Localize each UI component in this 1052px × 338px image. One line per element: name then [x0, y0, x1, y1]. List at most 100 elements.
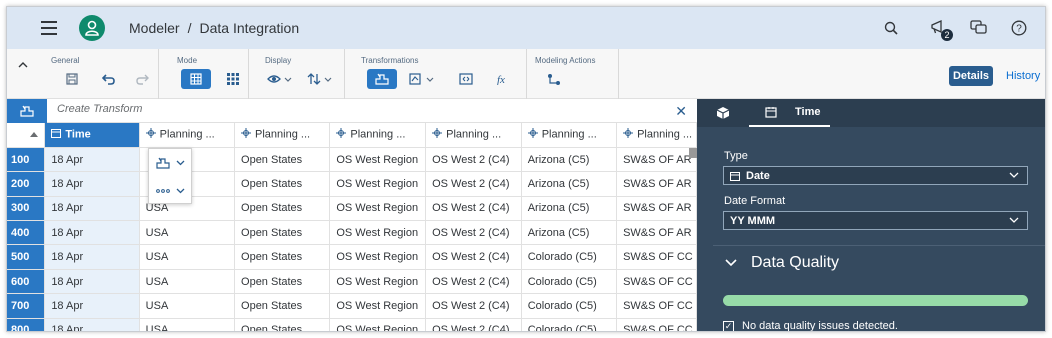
table-cell[interactable]: 18 Apr — [44, 220, 140, 246]
close-icon[interactable]: ✕ — [675, 103, 687, 120]
type-select[interactable]: Date — [723, 166, 1028, 185]
table-cell[interactable]: OS West Region — [329, 147, 427, 173]
transform-bar-icon[interactable] — [7, 99, 47, 123]
table-cell[interactable]: Open States — [234, 293, 331, 319]
table-cell[interactable]: Colorado (C5) — [521, 318, 618, 331]
table-cell[interactable]: Open States — [234, 196, 331, 222]
vertical-scrollbar[interactable] — [689, 148, 697, 158]
column-header-planning[interactable]: Planning ... — [521, 123, 618, 148]
table-cell[interactable]: Open States — [234, 269, 331, 295]
table-cell[interactable]: 18 Apr — [44, 269, 140, 295]
tab-time[interactable]: Time — [749, 99, 831, 127]
column-header-planning[interactable]: Planning ... — [139, 123, 236, 148]
details-button[interactable]: Details — [949, 66, 993, 86]
table-cell[interactable]: Arizona (C5) — [521, 220, 618, 246]
undo-icon[interactable] — [98, 69, 120, 89]
date-format-select[interactable]: YY MMM — [723, 211, 1028, 230]
table-cell[interactable]: Open States — [234, 171, 331, 197]
column-header-time[interactable]: Time — [44, 123, 140, 148]
table-cell[interactable]: OS West 2 (C4) — [425, 318, 522, 331]
table-cell[interactable]: 18 Apr — [44, 244, 140, 270]
card-mode-icon[interactable] — [222, 69, 244, 89]
table-cell[interactable]: OS West 2 (C4) — [425, 293, 522, 319]
chevron-up-icon[interactable] — [17, 59, 29, 71]
search-icon[interactable] — [879, 16, 903, 40]
table-cell[interactable]: USA — [139, 220, 236, 246]
table-cell[interactable]: Colorado (C5) — [521, 244, 618, 270]
table-cell[interactable]: OS West 2 (C4) — [425, 269, 522, 295]
table-row[interactable]: 100 18 Apr Open States OS West Region OS Wes… — [7, 147, 697, 173]
table-cell[interactable]: Open States — [234, 318, 331, 331]
table-cell[interactable]: SW&S OF CC — [616, 269, 697, 295]
column-transform-dropdown-icon[interactable] — [407, 69, 441, 89]
table-cell[interactable]: OS West 2 (C4) — [425, 196, 522, 222]
smart-transform-icon[interactable] — [367, 69, 397, 89]
feedback-icon[interactable] — [967, 16, 991, 40]
grid-mode-icon[interactable] — [181, 69, 211, 89]
table-cell[interactable]: OS West 2 (C4) — [425, 220, 522, 246]
table-cell[interactable]: OS West 2 (C4) — [425, 147, 522, 173]
table-cell[interactable]: SW&S OF AR — [616, 220, 697, 246]
table-cell[interactable]: USA — [139, 244, 236, 270]
visibility-dropdown-icon[interactable] — [265, 69, 297, 89]
create-transform-input[interactable]: Create Transform — [57, 103, 142, 115]
table-row[interactable]: 600 18 Apr USA Open States OS West Region OS … — [7, 269, 697, 295]
save-icon[interactable] — [61, 69, 83, 89]
table-row[interactable]: 800 18 Apr USA Open States OS West Region OS … — [7, 318, 697, 331]
split-column-icon[interactable] — [455, 69, 477, 89]
history-button[interactable]: History — [1006, 66, 1040, 86]
table-cell[interactable]: OS West Region — [329, 318, 427, 331]
table-row[interactable]: 400 18 Apr USA Open States OS West Region OS … — [7, 220, 697, 246]
sort-dropdown-icon[interactable] — [305, 69, 337, 89]
table-cell[interactable]: Open States — [234, 220, 331, 246]
column-header-planning[interactable]: Planning ... — [234, 123, 331, 148]
hamburger-menu-icon[interactable] — [37, 16, 61, 40]
table-cell[interactable]: SW&S OF AR — [616, 147, 697, 173]
table-cell[interactable]: SW&S OF CC — [616, 318, 697, 331]
help-icon[interactable]: ? — [1007, 16, 1031, 40]
breadcrumb-root[interactable]: Modeler — [129, 20, 180, 36]
table-cell[interactable]: 18 Apr — [44, 147, 140, 173]
hierarchy-icon[interactable] — [543, 69, 565, 89]
table-cell[interactable]: OS West Region — [329, 196, 427, 222]
table-cell[interactable]: SW&S OF AR — [616, 196, 697, 222]
redo-icon[interactable] — [131, 69, 153, 89]
table-cell[interactable]: OS West Region — [329, 171, 427, 197]
table-cell[interactable]: 18 Apr — [44, 318, 140, 331]
table-cell[interactable]: Colorado (C5) — [521, 269, 618, 295]
table-row[interactable]: 500 18 Apr USA Open States OS West Region OS … — [7, 244, 697, 270]
avatar[interactable] — [79, 15, 105, 41]
table-cell[interactable]: 18 Apr — [44, 171, 140, 197]
table-cell[interactable]: OS West Region — [329, 220, 427, 246]
table-cell[interactable]: Arizona (C5) — [521, 171, 618, 197]
formula-icon[interactable]: fx — [491, 69, 513, 89]
table-cell[interactable]: SW&S OF CC — [616, 293, 697, 319]
table-cell[interactable]: OS West Region — [329, 269, 427, 295]
smart-transform-menu-button[interactable] — [149, 149, 191, 177]
table-row[interactable]: 300 18 Apr USA Open States OS West Region OS … — [7, 196, 697, 222]
table-cell[interactable]: SW&S OF CC — [616, 244, 697, 270]
table-cell[interactable]: OS West Region — [329, 293, 427, 319]
more-actions-menu-button[interactable] — [149, 177, 191, 205]
table-cell[interactable]: USA — [139, 269, 236, 295]
table-cell[interactable]: USA — [139, 318, 236, 331]
table-cell[interactable]: Colorado (C5) — [521, 293, 618, 319]
table-cell[interactable]: OS West 2 (C4) — [425, 171, 522, 197]
table-row[interactable]: 700 18 Apr USA Open States OS West Region OS … — [7, 293, 697, 319]
table-row[interactable]: 200 18 Apr Open States OS West Region OS Wes… — [7, 171, 697, 197]
table-cell[interactable]: 18 Apr — [44, 293, 140, 319]
notifications-icon[interactable]: 2 — [927, 16, 953, 41]
column-header-planning[interactable]: Planning ... — [425, 123, 522, 148]
column-header-planning[interactable]: Planning ... — [329, 123, 427, 148]
table-cell[interactable]: OS West 2 (C4) — [425, 244, 522, 270]
table-cell[interactable]: USA — [139, 293, 236, 319]
table-cell[interactable]: Arizona (C5) — [521, 196, 618, 222]
model-tab[interactable] — [697, 99, 749, 127]
column-header-planning[interactable]: Planning ... — [616, 123, 697, 148]
table-cell[interactable]: Arizona (C5) — [521, 147, 618, 173]
table-cell[interactable]: Open States — [234, 147, 331, 173]
table-cell[interactable]: OS West Region — [329, 244, 427, 270]
data-quality-header[interactable]: Data Quality — [725, 254, 839, 272]
table-cell[interactable]: SW&S OF AR — [616, 171, 697, 197]
table-cell[interactable]: 18 Apr — [44, 196, 140, 222]
